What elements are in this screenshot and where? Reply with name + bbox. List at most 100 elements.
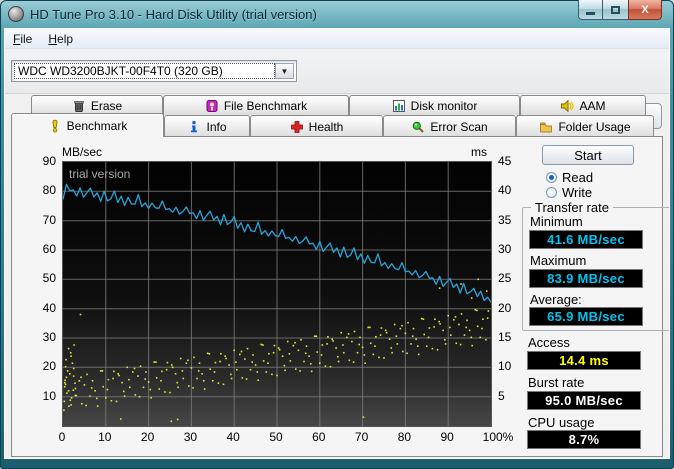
trial-watermark: trial version <box>69 167 130 181</box>
aam-icon <box>560 99 574 113</box>
transfer-rate-group-label: Transfer rate <box>531 200 613 215</box>
x-tick-label: 100% <box>482 430 514 444</box>
average-value: 65.9 MB/sec <box>529 307 643 326</box>
close-button[interactable]: X <box>628 0 662 20</box>
y-left-tick-label: 80 <box>42 183 56 198</box>
erase-icon <box>72 99 86 113</box>
y-right-tick-label: 10 <box>498 359 512 374</box>
minimize-icon <box>586 12 595 15</box>
maximize-button[interactable] <box>603 0 628 20</box>
y-right-tick-label: 5 <box>498 388 505 403</box>
drive-select-value: WDC WD3200BJKT-00F4T0 (320 GB) <box>14 63 275 79</box>
write-radio-label: Write <box>562 185 593 200</box>
tab-label: Health <box>308 119 344 134</box>
window-title: HD Tune Pro 3.10 - Hard Disk Utility (tr… <box>30 6 317 22</box>
tab-label: Error Scan <box>430 119 488 134</box>
average-label: Average: <box>530 292 582 307</box>
x-tick-label: 70 <box>354 430 369 444</box>
access-value: 14.4 ms <box>527 351 641 370</box>
x-tick-label: 60 <box>312 430 326 444</box>
tab-label: Benchmark <box>66 118 128 133</box>
transfer-rate-group: Transfer rate Minimum 41.6 MB/sec Maximu… <box>522 200 669 331</box>
health-icon <box>290 120 304 134</box>
x-tick-label: 50 <box>269 430 283 444</box>
tab-info[interactable]: Info <box>164 115 250 137</box>
y-right-tick-label: 30 <box>498 242 512 256</box>
read-radio-row[interactable]: Read <box>546 170 593 185</box>
maximize-icon <box>611 5 620 14</box>
tab-erase[interactable]: Erase <box>31 95 163 115</box>
x-tick-label: 90 <box>440 430 454 444</box>
tab-label: File Benchmark <box>223 98 308 113</box>
benchmark-page: trial version Start Read Write Transfer … <box>11 136 669 457</box>
app-icon <box>8 6 24 22</box>
tab-disk-monitor[interactable]: Disk monitor <box>349 95 520 115</box>
y-left-tick-label: 10 <box>42 388 56 403</box>
maximum-label: Maximum <box>530 253 587 268</box>
maximum-value: 83.9 MB/sec <box>529 269 643 288</box>
minimize-button[interactable] <box>578 0 603 20</box>
y-left-tick-label: 30 <box>42 330 56 344</box>
y-left-tick-label: 20 <box>42 359 56 374</box>
folder-usage-icon <box>539 120 553 134</box>
y-left-tick-label: 60 <box>42 242 56 256</box>
y-right-tick-label: 15 <box>498 330 512 344</box>
disk-monitor-icon <box>392 99 406 113</box>
write-radio[interactable] <box>546 187 557 198</box>
x-tick-label: 20 <box>140 430 155 444</box>
benchmark-icon <box>48 119 62 133</box>
menu-file[interactable]: File <box>5 31 40 47</box>
tab-label: Info <box>206 119 227 134</box>
tab-label: Disk monitor <box>410 98 478 113</box>
x-tick-label: 10 <box>98 430 112 444</box>
y-right-tick-label: 45 <box>498 154 512 168</box>
burst-rate-value: 95.0 MB/sec <box>527 391 641 410</box>
tab-health[interactable]: Health <box>250 115 383 137</box>
tab-label: Folder Usage <box>558 119 631 134</box>
y-left-axis-title: MB/sec <box>62 145 103 159</box>
drive-select[interactable]: WDC WD3200BJKT-00F4T0 (320 GB) ▼ <box>11 60 297 82</box>
x-tick-label: 40 <box>226 430 240 444</box>
start-button[interactable]: Start <box>542 145 634 165</box>
y-left-tick-label: 40 <box>42 300 56 315</box>
read-radio[interactable] <box>546 172 557 183</box>
tab-file-benchmark[interactable]: File Benchmark <box>163 95 349 115</box>
x-tick-label: 30 <box>183 430 198 444</box>
minimum-label: Minimum <box>530 214 583 229</box>
y-left-tick-label: 50 <box>42 271 56 286</box>
write-radio-row[interactable]: Write <box>546 185 592 200</box>
y-left-tick-label: 70 <box>42 212 56 227</box>
y-right-axis-title: ms <box>471 145 487 159</box>
toolbar: WDC WD3200BJKT-00F4T0 (320 GB) ▼ 29캜 <box>5 49 669 131</box>
benchmark-chart: trial version <box>62 161 492 427</box>
close-icon: X <box>641 3 649 16</box>
cpu-usage-label: CPU usage <box>528 415 595 430</box>
info-icon <box>187 120 201 134</box>
tab-benchmark[interactable]: Benchmark <box>11 113 164 137</box>
tab-aam[interactable]: AAM <box>520 95 646 115</box>
y-right-tick-label: 40 <box>498 183 512 198</box>
client-area: File Help WDC WD3200BJKT-00F4T0 (320 GB)… <box>4 28 670 459</box>
tab-error-scan[interactable]: Error Scan <box>383 115 516 137</box>
chart-canvas: trial version <box>62 162 492 426</box>
error-scan-icon <box>411 120 425 134</box>
tab-folder-usage[interactable]: Folder Usage <box>516 115 654 137</box>
app-window: HD Tune Pro 3.10 - Hard Disk Utility (tr… <box>0 0 674 469</box>
tab-bar: Erase File Benchmark Disk monitor AAM Bench… <box>5 94 669 137</box>
tab-label: Erase <box>90 98 123 113</box>
y-right-tick-label: 25 <box>498 271 512 286</box>
minimum-value: 41.6 MB/sec <box>529 230 643 249</box>
y-right-tick-label: 20 <box>498 300 512 315</box>
menu-help[interactable]: Help <box>40 31 81 47</box>
access-label: Access <box>528 335 570 350</box>
window-controls: X <box>578 0 662 20</box>
file-benchmark-icon <box>205 99 219 113</box>
x-tick-label: 80 <box>397 430 412 444</box>
titlebar[interactable]: HD Tune Pro 3.10 - Hard Disk Utility (tr… <box>0 0 674 28</box>
x-tick-label: 0 <box>58 430 66 444</box>
y-right-tick-label: 35 <box>498 212 512 227</box>
burst-rate-label: Burst rate <box>528 375 585 390</box>
read-radio-label: Read <box>562 170 594 185</box>
tab-label: AAM <box>579 98 606 113</box>
chevron-down-icon[interactable]: ▼ <box>275 63 294 79</box>
